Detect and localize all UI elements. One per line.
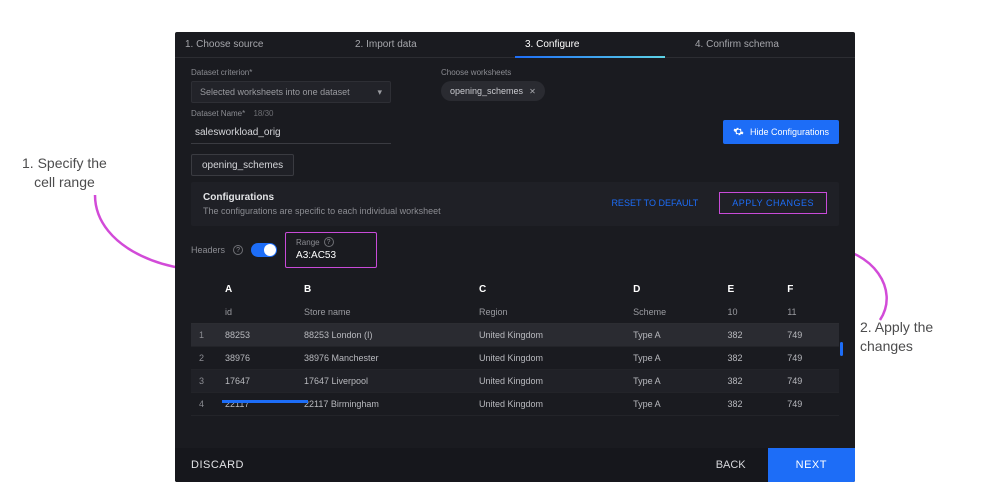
discard-button[interactable]: DISCARD xyxy=(191,459,244,471)
config-title: Configurations xyxy=(203,192,441,203)
selection-highlight xyxy=(222,400,308,403)
table-row[interactable]: 23897638976 ManchesterUnited KingdomType… xyxy=(191,347,839,370)
configurations-section: Configurations The configurations are sp… xyxy=(191,182,839,226)
scrollbar-thumb[interactable] xyxy=(840,342,843,356)
range-input[interactable] xyxy=(296,250,366,261)
worksheet-tab[interactable]: opening_schemes xyxy=(191,154,294,176)
dataset-name-input[interactable] xyxy=(191,122,391,144)
next-button[interactable]: NEXT xyxy=(768,448,855,482)
stepper: 1. Choose source 2. Import data 3. Confi… xyxy=(175,32,855,58)
table-row[interactable]: 18825388253 London (I)United KingdomType… xyxy=(191,324,839,347)
apply-changes-button[interactable]: APPLY CHANGES xyxy=(719,192,827,214)
table-row[interactable]: 31764717647 LiverpoolUnited KingdomType … xyxy=(191,370,839,393)
worksheets-label: Choose worksheets xyxy=(441,68,545,77)
config-controls: Headers ? Range ? xyxy=(191,232,839,268)
range-label: Range xyxy=(296,238,320,247)
column-letter-row: ABC DEF xyxy=(191,278,839,301)
header-row: idStore nameRegion Scheme1011 xyxy=(191,301,839,324)
name-char-count: 18/30 xyxy=(253,109,273,118)
close-icon[interactable]: ✕ xyxy=(529,87,536,96)
headers-toggle[interactable] xyxy=(251,243,277,257)
back-button[interactable]: BACK xyxy=(694,459,768,471)
dataset-criterion-field: Dataset criterion* Selected worksheets i… xyxy=(191,68,391,103)
step-choose-source[interactable]: 1. Choose source xyxy=(175,32,345,57)
step-configure[interactable]: 3. Configure xyxy=(515,32,685,57)
step-import-data[interactable]: 2. Import data xyxy=(345,32,515,57)
criterion-select[interactable]: Selected worksheets into one dataset ▾ xyxy=(191,81,391,103)
annotation-1: 1. Specify the cell range xyxy=(22,154,107,192)
reset-to-default-button[interactable]: RESET TO DEFAULT xyxy=(600,192,709,214)
headers-label: Headers xyxy=(191,245,225,255)
help-icon[interactable]: ? xyxy=(324,237,334,247)
wizard-footer: DISCARD BACK NEXT xyxy=(175,448,855,482)
import-wizard-panel: 1. Choose source 2. Import data 3. Confi… xyxy=(175,32,855,482)
table-row[interactable]: 42211722117 BirminghamUnited KingdomType… xyxy=(191,393,839,416)
step-confirm-schema[interactable]: 4. Confirm schema xyxy=(685,32,855,57)
config-subtitle: The configurations are specific to each … xyxy=(203,206,441,216)
dataset-name-field: Dataset Name* 18/30 xyxy=(191,109,391,144)
range-field: Range ? xyxy=(285,232,377,268)
choose-worksheets-field: Choose worksheets opening_schemes ✕ xyxy=(441,68,545,103)
preview-table: ABC DEF idStore nameRegion Scheme1011 18… xyxy=(191,278,839,416)
chevron-down-icon: ▾ xyxy=(377,87,382,98)
gear-icon xyxy=(733,126,744,139)
help-icon[interactable]: ? xyxy=(233,245,243,255)
hide-configurations-button[interactable]: Hide Configurations xyxy=(723,120,839,144)
name-label: Dataset Name* 18/30 xyxy=(191,109,391,118)
criterion-label: Dataset criterion* xyxy=(191,68,391,77)
worksheet-chip[interactable]: opening_schemes ✕ xyxy=(441,81,545,101)
